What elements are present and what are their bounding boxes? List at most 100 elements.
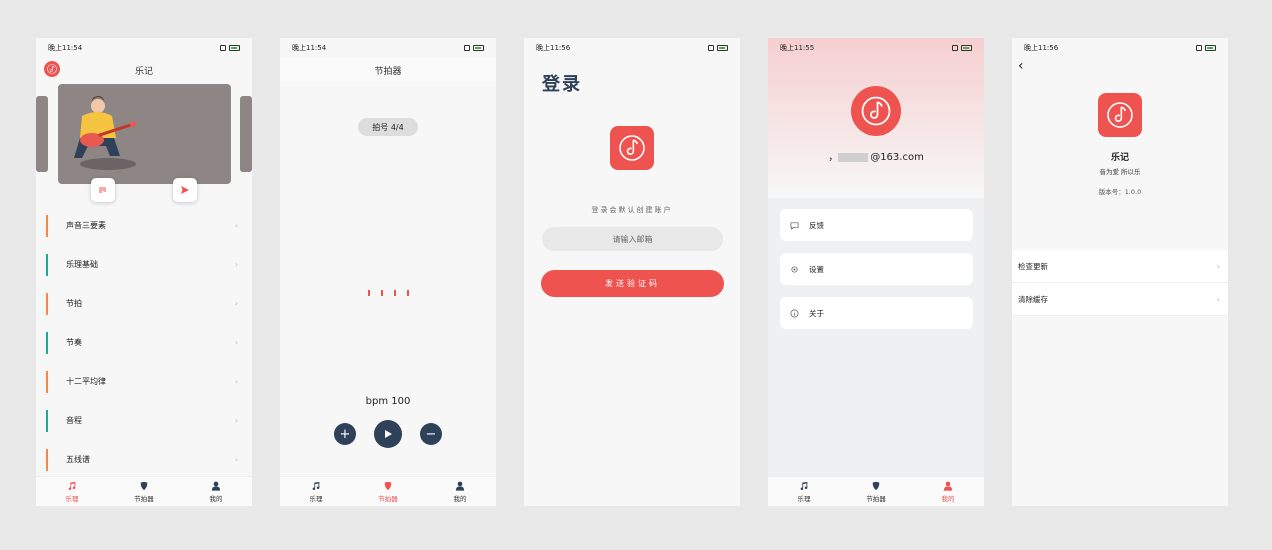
info-icon [790, 309, 799, 317]
increase-bpm-button[interactable]: + [334, 423, 356, 445]
guitar-pick-icon [139, 481, 149, 491]
status-bar: 晚上11:54 [280, 38, 496, 58]
lesson-accent-bar [46, 370, 48, 393]
music-note-icon [67, 481, 77, 491]
about-options-list: 检查更新 › 清除缓存 › [1012, 250, 1228, 316]
tab-bar: 乐理 节拍器 我的 [36, 476, 252, 506]
lesson-item-meter[interactable]: 节拍 › [36, 284, 252, 323]
page-title: 节拍器 [280, 58, 496, 82]
tab-label: 我的 [209, 494, 223, 503]
tab-bar: 乐理 节拍器 我的 [280, 476, 496, 506]
email-prefix: ， [828, 152, 839, 163]
status-time: 晚上11:55 [780, 44, 815, 52]
bpm-display: bpm 100 [365, 396, 411, 407]
app-slogan: 音为爱 所以乐 [1099, 168, 1141, 176]
send-icon [181, 186, 189, 194]
send-button[interactable] [173, 178, 197, 202]
page-title: 登录 [542, 74, 582, 95]
menu-label: 设置 [809, 264, 824, 274]
lesson-label: 乐理基础 [66, 260, 98, 269]
play-icon [385, 430, 392, 438]
status-bar: 晚上11:56 [1012, 38, 1228, 58]
tab-mine[interactable]: 我的 [180, 477, 252, 506]
beat-dot [406, 290, 409, 296]
row-label: 检查更新 [1018, 261, 1048, 271]
lesson-accent-bar [46, 448, 48, 471]
beat-indicators [280, 290, 496, 296]
tab-metronome[interactable]: 节拍器 [840, 477, 912, 506]
lesson-item-equal-temperament[interactable]: 十二平均律 › [36, 362, 252, 401]
battery-icon [229, 45, 240, 51]
tab-label: 乐理 [797, 494, 811, 503]
tab-mine[interactable]: 我的 [912, 477, 984, 506]
tab-mine[interactable]: 我的 [424, 477, 496, 506]
login-hint: 登录会默认创建账户 [591, 206, 673, 214]
lesson-item-staff[interactable]: 五线谱 › [36, 440, 252, 479]
tab-theory[interactable]: 乐理 [36, 477, 108, 506]
chevron-right-icon: › [234, 221, 238, 230]
tab-theory[interactable]: 乐理 [768, 477, 840, 506]
music-note-icon [311, 481, 321, 491]
check-update-row[interactable]: 检查更新 › [1012, 250, 1228, 283]
status-time: 晚上11:54 [48, 44, 83, 52]
decrease-bpm-button[interactable]: − [420, 423, 442, 445]
nfc-icon [1196, 45, 1202, 51]
feedback-menu-item[interactable]: 反馈 [780, 209, 973, 241]
metronome-screen: 晚上11:54 节拍器 拍号 4/4 bpm 100 + − 乐理 节拍器 我的 [280, 38, 496, 506]
lesson-item-rhythm[interactable]: 节奏 › [36, 323, 252, 362]
playlist-button[interactable] [91, 178, 115, 202]
lesson-accent-bar [46, 409, 48, 432]
chat-bubble-icon [790, 221, 799, 230]
gear-icon [791, 265, 798, 273]
app-name: 乐记 [1110, 153, 1129, 163]
nfc-icon [220, 45, 226, 51]
menu-label: 关于 [809, 308, 824, 318]
tab-label: 我的 [941, 494, 955, 503]
tab-label: 节拍器 [378, 494, 398, 503]
about-menu-item[interactable]: 关于 [780, 297, 973, 329]
tab-label: 乐理 [309, 494, 323, 503]
lesson-item-theory-basics[interactable]: 乐理基础 › [36, 245, 252, 284]
back-arrow-icon[interactable]: ‹ [1018, 58, 1024, 74]
status-bar: 晚上11:56 [524, 38, 740, 58]
tab-label: 节拍器 [134, 494, 154, 503]
battery-icon [1205, 45, 1216, 51]
carousel-prev-slide[interactable] [36, 96, 48, 172]
avatar[interactable] [851, 86, 901, 136]
chevron-right-icon: › [234, 260, 238, 269]
redacted-email [838, 152, 869, 162]
user-icon [943, 481, 953, 491]
chevron-right-icon: › [234, 455, 238, 464]
lesson-label: 节拍 [66, 299, 82, 308]
lesson-label: 五线谱 [66, 455, 90, 464]
email-input[interactable] [542, 227, 723, 251]
tab-theory[interactable]: 乐理 [280, 477, 352, 506]
profile-screen: 晚上11:55 ， @163.com 反馈 设置 关于 乐理 节拍器 我的 [768, 38, 984, 506]
guitarist-illustration [74, 96, 136, 170]
tab-label: 节拍器 [866, 494, 886, 503]
play-button[interactable] [374, 420, 402, 448]
carousel-next-slide[interactable] [240, 96, 252, 172]
music-note-icon [799, 481, 809, 491]
lesson-item-sound-elements[interactable]: 声音三要素 › [36, 206, 252, 245]
status-time: 晚上11:56 [536, 44, 571, 52]
lesson-item-intervals[interactable]: 音程 › [36, 401, 252, 440]
lesson-accent-bar [46, 331, 48, 354]
metronome-controls: + − [280, 420, 496, 448]
chevron-right-icon: › [1216, 294, 1220, 304]
time-signature-button[interactable]: 拍号 4/4 [358, 118, 418, 136]
tab-metronome[interactable]: 节拍器 [352, 477, 424, 506]
chevron-right-icon: › [234, 299, 238, 308]
send-code-button[interactable]: 发送验证码 [541, 270, 724, 297]
chevron-right-icon: › [1216, 261, 1220, 271]
nfc-icon [464, 45, 470, 51]
tab-metronome[interactable]: 节拍器 [108, 477, 180, 506]
settings-menu-item[interactable]: 设置 [780, 253, 973, 285]
clear-cache-row[interactable]: 清除缓存 › [1012, 283, 1228, 316]
app-logo-icon [1098, 93, 1142, 137]
nfc-icon [952, 45, 958, 51]
tab-label: 我的 [453, 494, 467, 503]
chevron-right-icon: › [234, 338, 238, 347]
banner-carousel[interactable] [58, 84, 231, 184]
status-bar: 晚上11:54 [36, 38, 252, 58]
